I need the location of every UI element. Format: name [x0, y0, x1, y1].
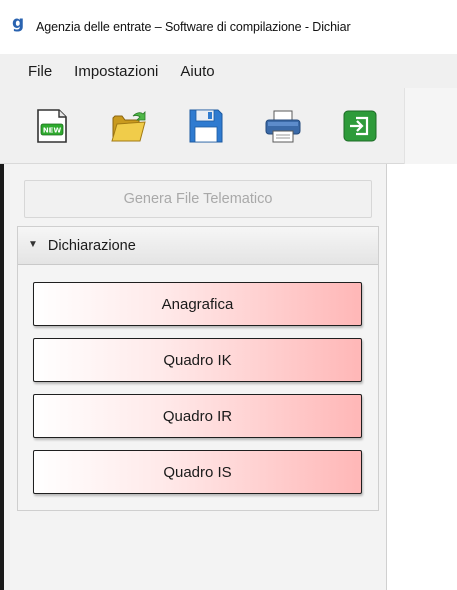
toolbar: NEW	[0, 88, 404, 164]
menu-bar: File Impostazioni Aiuto	[0, 54, 457, 88]
menu-file[interactable]: File	[28, 63, 52, 80]
menu-impostazioni[interactable]: Impostazioni	[74, 63, 158, 80]
genera-file-telematico-button[interactable]: Genera File Telematico	[24, 180, 372, 218]
print-button[interactable]	[263, 106, 303, 146]
quadro-ik-button[interactable]: Quadro IK	[33, 338, 362, 382]
new-badge-text: NEW	[43, 127, 62, 135]
quadro-is-button[interactable]: Quadro IS	[33, 450, 362, 494]
open-button[interactable]	[109, 106, 149, 146]
menu-aiuto[interactable]: Aiuto	[180, 63, 214, 80]
section-title: Dichiarazione	[47, 237, 136, 254]
toolbar-spacer	[404, 88, 457, 164]
quadro-ir-button[interactable]: Quadro IR	[33, 394, 362, 438]
save-floppy-icon	[189, 109, 223, 143]
exit-button[interactable]	[340, 106, 380, 146]
save-button[interactable]	[186, 106, 226, 146]
app-logo-icon: g	[12, 13, 25, 33]
open-folder-icon	[111, 111, 146, 142]
print-icon	[265, 110, 301, 143]
new-document-icon: NEW	[37, 109, 67, 143]
title-bar: g Agenzia delle entrate – Software di co…	[0, 0, 457, 54]
window-title: Agenzia delle entrate – Software di comp…	[36, 20, 351, 34]
new-document-button[interactable]: NEW	[32, 106, 72, 146]
dichiarazione-section-header[interactable]: ▼ Dichiarazione	[18, 227, 378, 265]
anagrafica-button[interactable]: Anagrafica	[33, 282, 362, 326]
exit-icon	[343, 110, 377, 142]
dichiarazione-section: ▼ Dichiarazione Anagrafica Quadro IK Qua…	[17, 226, 379, 511]
collapse-arrow-icon[interactable]: ▼	[28, 239, 38, 250]
